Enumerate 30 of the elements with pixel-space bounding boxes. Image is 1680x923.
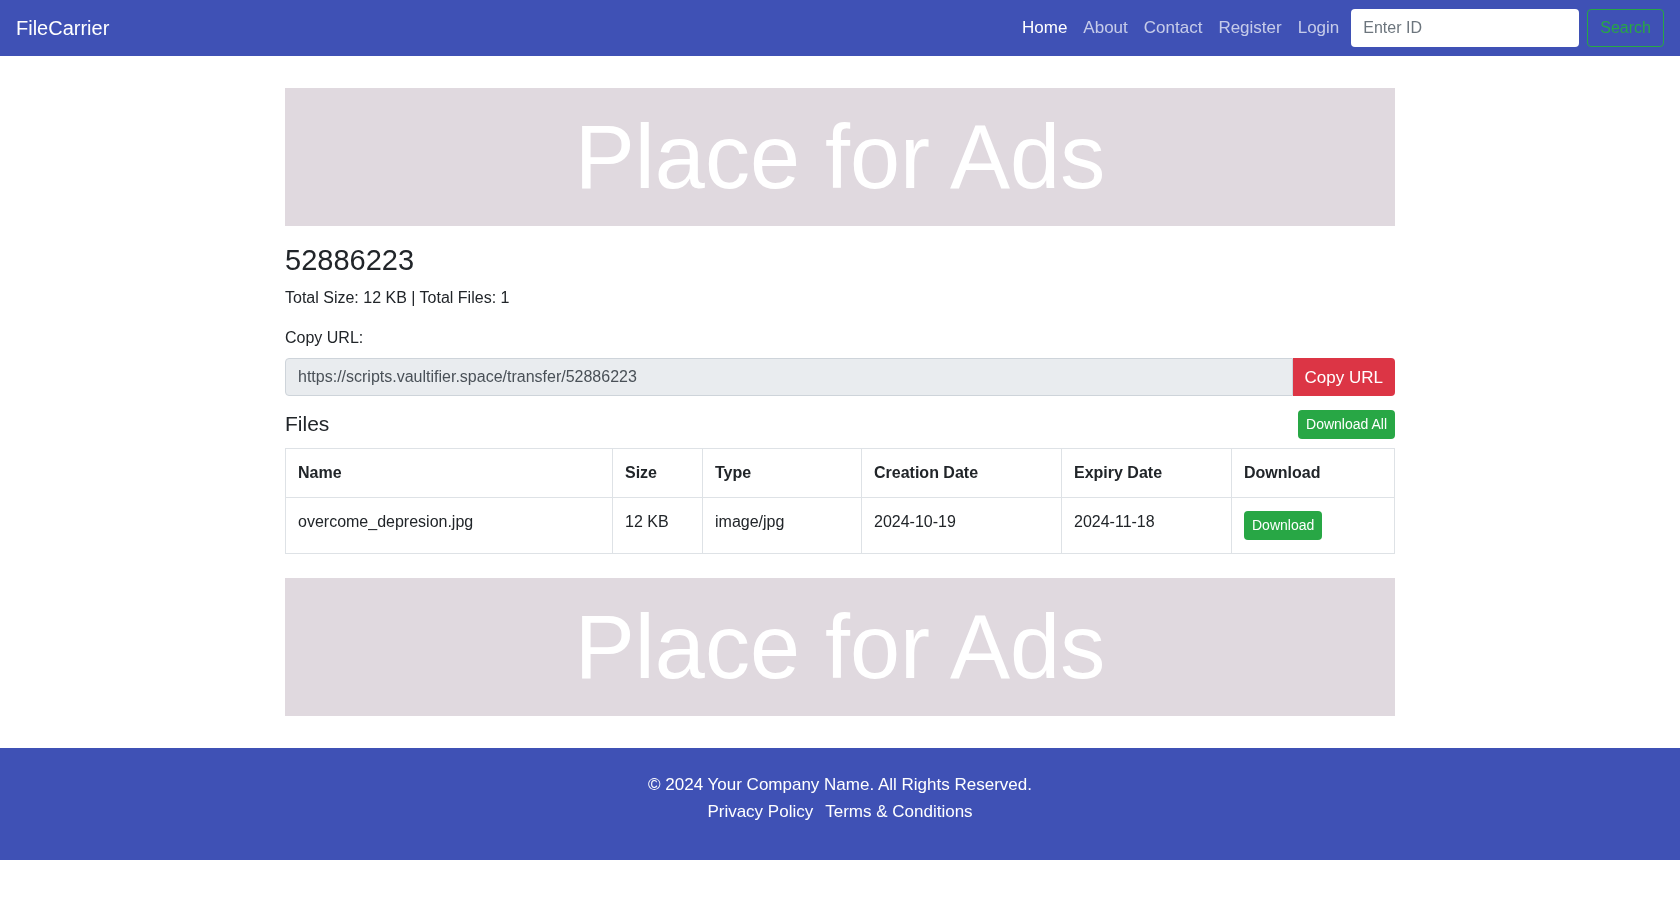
column-header: Expiry Date [1061,448,1232,498]
copy-url-label: Copy URL: [285,328,365,349]
transfer-summary: Total Size: 12 KB | Total Files: 1 [285,288,511,309]
column-header: Size [612,448,703,498]
nav-link[interactable]: About [1075,15,1136,41]
table-cell: 2024-11-18 [1061,497,1232,554]
column-header: Name [285,448,613,498]
files-heading: Files [285,411,330,438]
search-field[interactable]: Enter ID [1351,9,1580,47]
table-cell: overcome_depresion.jpg [285,497,613,554]
column-header: Download [1231,448,1395,498]
column-header: Creation Date [861,448,1062,498]
transfer-id: 52886223 [285,243,416,278]
search-button[interactable]: Search [1587,9,1664,47]
download-button[interactable]: Download [1244,510,1323,540]
download-all-button[interactable]: Download All [1298,410,1395,440]
table-cell: 12 KB [612,497,703,554]
url-field[interactable]: https://scripts.vaultifier.space/transfer/52886223 [285,358,1293,397]
table-cell: image/jpg [702,497,862,554]
brand-logo[interactable]: FileCarrier [16,13,110,43]
nav-link[interactable]: Contact [1135,15,1211,41]
nav-link[interactable]: Login [1289,15,1348,41]
table-cell: 2024-10-19 [861,497,1062,554]
column-header: Type [702,448,862,498]
footer-link[interactable]: Privacy Policy [707,799,814,825]
nav-link[interactable]: Home [1014,15,1076,41]
copyright-text: © 2024 Your Company Name. All Rights Reserved. [648,773,1032,796]
footer-link[interactable]: Terms & Conditions [825,799,973,825]
nav-link[interactable]: Register [1210,15,1290,41]
copy-url-button[interactable]: Copy URL [1292,358,1395,397]
